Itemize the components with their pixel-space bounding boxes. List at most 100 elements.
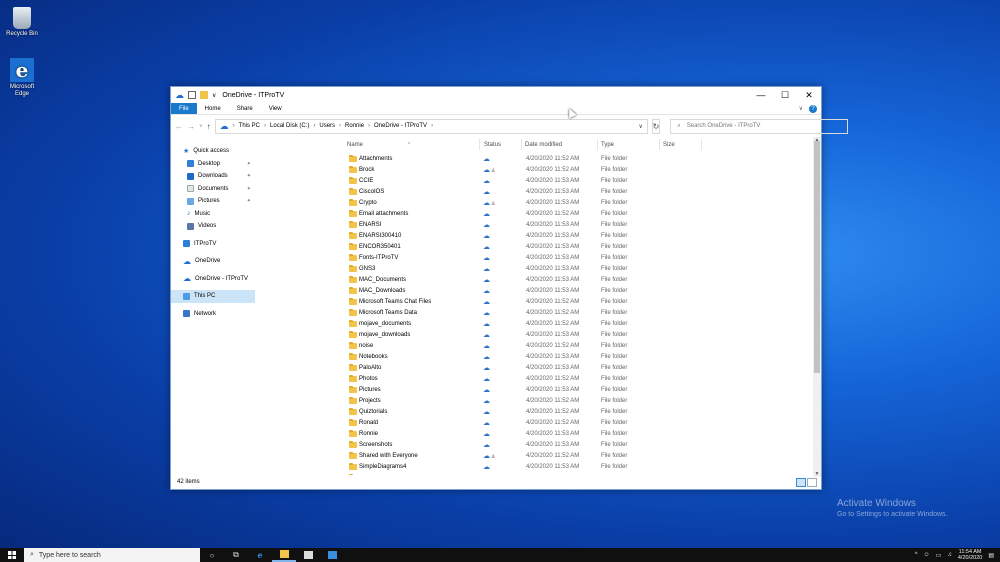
table-row[interactable]: PaloAlto ☁ 4/20/2020 11:53 AM File folder (255, 363, 811, 374)
nav-this-pc[interactable]: This PC (171, 290, 255, 303)
column-name[interactable]: Name (347, 142, 363, 148)
nav-itprotv[interactable]: ITProTV (171, 238, 255, 251)
table-row[interactable]: Quiztorials ☁ 4/20/2020 11:52 AM File folde… (255, 407, 811, 418)
cloud-status-icon: ☁♙ (483, 200, 496, 207)
table-row[interactable]: Screenshots ☁ 4/20/2020 11:53 AM File folde… (255, 440, 811, 451)
tab-view[interactable]: View (261, 103, 290, 114)
cloud-status-icon: ☁ (483, 266, 490, 273)
table-row[interactable]: Fonts-ITProTV ☁ 4/20/2020 11:53 AM File fol… (255, 253, 811, 264)
table-row[interactable]: ENARSI300410 ☁ 4/20/2020 11:53 AM File fold… (255, 231, 811, 242)
breadcrumb-this-pc[interactable]: This PC (239, 123, 260, 129)
new-folder-icon[interactable] (200, 91, 208, 99)
table-row[interactable]: mojave_downloads ☁ 4/20/2020 11:53 AM File … (255, 330, 811, 341)
table-row[interactable]: Shared with Everyone ☁♙ 4/20/2020 11:52 AM… (255, 451, 811, 462)
scrollbar-thumb[interactable] (814, 141, 820, 373)
clock[interactable]: 11:54 AM 4/20/2020 (958, 549, 982, 561)
tab-home[interactable]: Home (197, 103, 229, 114)
table-row[interactable]: ENARSI ☁ 4/20/2020 11:53 AM File folder (255, 220, 811, 231)
status-bar: 42 items (171, 475, 821, 489)
recycle-bin-shortcut[interactable]: Recycle Bin (2, 7, 42, 38)
table-row[interactable]: Microsoft Teams Data ☁ 4/20/2020 11:52 AM F… (255, 308, 811, 319)
nav-documents[interactable]: Documents ✦ (171, 183, 255, 196)
table-row[interactable]: CCIE ☁ 4/20/2020 11:53 AM File folder (255, 176, 811, 187)
table-row[interactable]: MAC_Downloads ☁ 4/20/2020 11:53 AM File fol… (255, 286, 811, 297)
expand-ribbon-chevron-icon[interactable]: ∨ (799, 105, 803, 112)
table-row[interactable]: Pictures ☁ 4/20/2020 11:53 AM File folder (255, 385, 811, 396)
nav-downloads[interactable]: Downloads ✦ (171, 170, 255, 183)
nav-desktop[interactable]: Desktop ✦ (171, 158, 255, 171)
help-icon[interactable]: ? (809, 104, 817, 113)
table-row[interactable]: Ronald ☁ 4/20/2020 11:52 AM File folder (255, 418, 811, 429)
search-box[interactable]: ⌕ Search OneDrive - ITProTV (670, 118, 849, 134)
file-explorer-taskbar-icon[interactable] (272, 548, 296, 562)
forward-arrow-icon[interactable]: → (187, 122, 195, 131)
address-dropdown-chevron-icon[interactable]: ∨ (635, 123, 647, 130)
column-type[interactable]: Type (601, 142, 614, 148)
table-row[interactable]: MAC_Documents ☁ 4/20/2020 11:53 AM File fol… (255, 275, 811, 286)
store-taskbar-icon[interactable] (296, 548, 320, 562)
up-arrow-icon[interactable]: ↑ (207, 122, 211, 131)
file-type: File folder (601, 376, 628, 382)
cortana-icon[interactable]: ○ (200, 548, 224, 562)
table-row[interactable]: CiscoIOS ☁ 4/20/2020 11:53 AM File folder (255, 187, 811, 198)
nav-onedrive[interactable]: ☁ OneDrive (171, 255, 255, 268)
table-row[interactable]: Microsoft Teams Chat Files ☁ 4/20/2020 11:… (255, 297, 811, 308)
maximize-button[interactable]: ☐ (773, 87, 797, 103)
table-row[interactable]: Brock ☁♙ 4/20/2020 11:52 AM File folder (255, 165, 811, 176)
back-arrow-icon[interactable]: ← (175, 122, 183, 131)
nav-music[interactable]: ♪ Music (171, 208, 255, 221)
nav-onedrive-itprotv[interactable]: ☁ OneDrive - ITProTV (171, 273, 255, 286)
nav-videos[interactable]: Videos (171, 220, 255, 233)
people-icon[interactable]: ☺ (924, 552, 930, 558)
customize-toolbar-chevron-icon[interactable]: ∨ (212, 92, 216, 99)
edge-taskbar-icon[interactable]: e (248, 548, 272, 562)
properties-icon[interactable] (188, 91, 196, 99)
title-bar[interactable]: ☁ ∨ OneDrive - ITProTV — ☐ ✕ (171, 87, 821, 103)
table-row[interactable]: Notebooks ☁ 4/20/2020 11:53 AM File folder (255, 352, 811, 363)
edge-shortcut[interactable]: e Microsoft Edge (2, 58, 42, 98)
mail-taskbar-icon[interactable] (320, 548, 344, 562)
table-row[interactable]: Photos ☁ 4/20/2020 11:52 AM File folder (255, 374, 811, 385)
breadcrumb-local-disk[interactable]: Local Disk (C:) (270, 123, 309, 129)
details-view-icon[interactable] (796, 477, 806, 487)
window-title: OneDrive - ITProTV (222, 91, 285, 99)
table-row[interactable]: Ronnie ☁ 4/20/2020 11:53 AM File folder (255, 429, 811, 440)
refresh-button[interactable]: ↻ (651, 118, 661, 134)
table-row[interactable]: Email attachments ☁ 4/20/2020 11:52 AM File… (255, 209, 811, 220)
close-button[interactable]: ✕ (797, 87, 821, 103)
column-date-modified[interactable]: Date modified (525, 142, 562, 148)
tab-file[interactable]: File (171, 103, 197, 114)
table-row[interactable]: Projects ☁ 4/20/2020 11:52 AM File folder (255, 396, 811, 407)
tab-share[interactable]: Share (229, 103, 261, 114)
taskbar: ⌕ Type here to search ○ ⧉ e ^ ☺ ▭ ♫ 11:5… (0, 548, 1000, 562)
network-tray-icon[interactable]: ▭ (936, 552, 942, 559)
breadcrumb-users[interactable]: Users (319, 123, 335, 129)
nav-network[interactable]: Network (171, 308, 255, 321)
table-row[interactable]: Attachments ☁ 4/20/2020 11:52 AM File folde… (255, 154, 811, 165)
volume-icon[interactable]: ♫ (947, 552, 952, 558)
address-bar[interactable]: ☁ › This PC › Local Disk (C:) › Users › … (214, 118, 648, 134)
notifications-icon[interactable]: ▤ (988, 552, 994, 559)
show-hidden-icons-icon[interactable]: ^ (915, 552, 918, 558)
taskbar-search[interactable]: ⌕ Type here to search (24, 548, 200, 562)
table-row[interactable]: mojave_documents ☁ 4/20/2020 11:52 AM File … (255, 319, 811, 330)
taskbar-search-placeholder: Type here to search (38, 551, 101, 559)
large-icons-view-icon[interactable] (807, 477, 817, 487)
minimize-button[interactable]: — (749, 87, 773, 103)
breadcrumb-ronnie[interactable]: Ronnie (345, 123, 364, 129)
nav-pictures[interactable]: Pictures ✦ (171, 195, 255, 208)
table-row[interactable]: SimpleDiagrams4 ☁ 4/20/2020 11:53 AM File f… (255, 462, 811, 473)
task-view-icon[interactable]: ⧉ (224, 548, 248, 562)
start-button[interactable] (0, 548, 24, 562)
table-row[interactable]: GNS3 ☁ 4/20/2020 11:53 AM File folder (255, 264, 811, 275)
recent-locations-chevron-icon[interactable]: ∨ (199, 123, 203, 129)
table-row[interactable]: noise ☁ 4/20/2020 11:52 AM File folder (255, 341, 811, 352)
table-row[interactable]: ENCOR350401 ☁ 4/20/2020 11:53 AM File folde… (255, 242, 811, 253)
vertical-scrollbar[interactable]: ▲ ▼ (813, 137, 821, 477)
file-name: Projects (359, 398, 381, 404)
column-size[interactable]: Size (663, 142, 675, 148)
column-status[interactable]: Status (484, 142, 501, 148)
breadcrumb-onedrive-itprotv[interactable]: OneDrive - ITProTV (374, 123, 427, 129)
table-row[interactable]: Crypto ☁♙ 4/20/2020 11:53 AM File folder (255, 198, 811, 209)
nav-quick-access[interactable]: ★ Quick access (171, 145, 255, 158)
